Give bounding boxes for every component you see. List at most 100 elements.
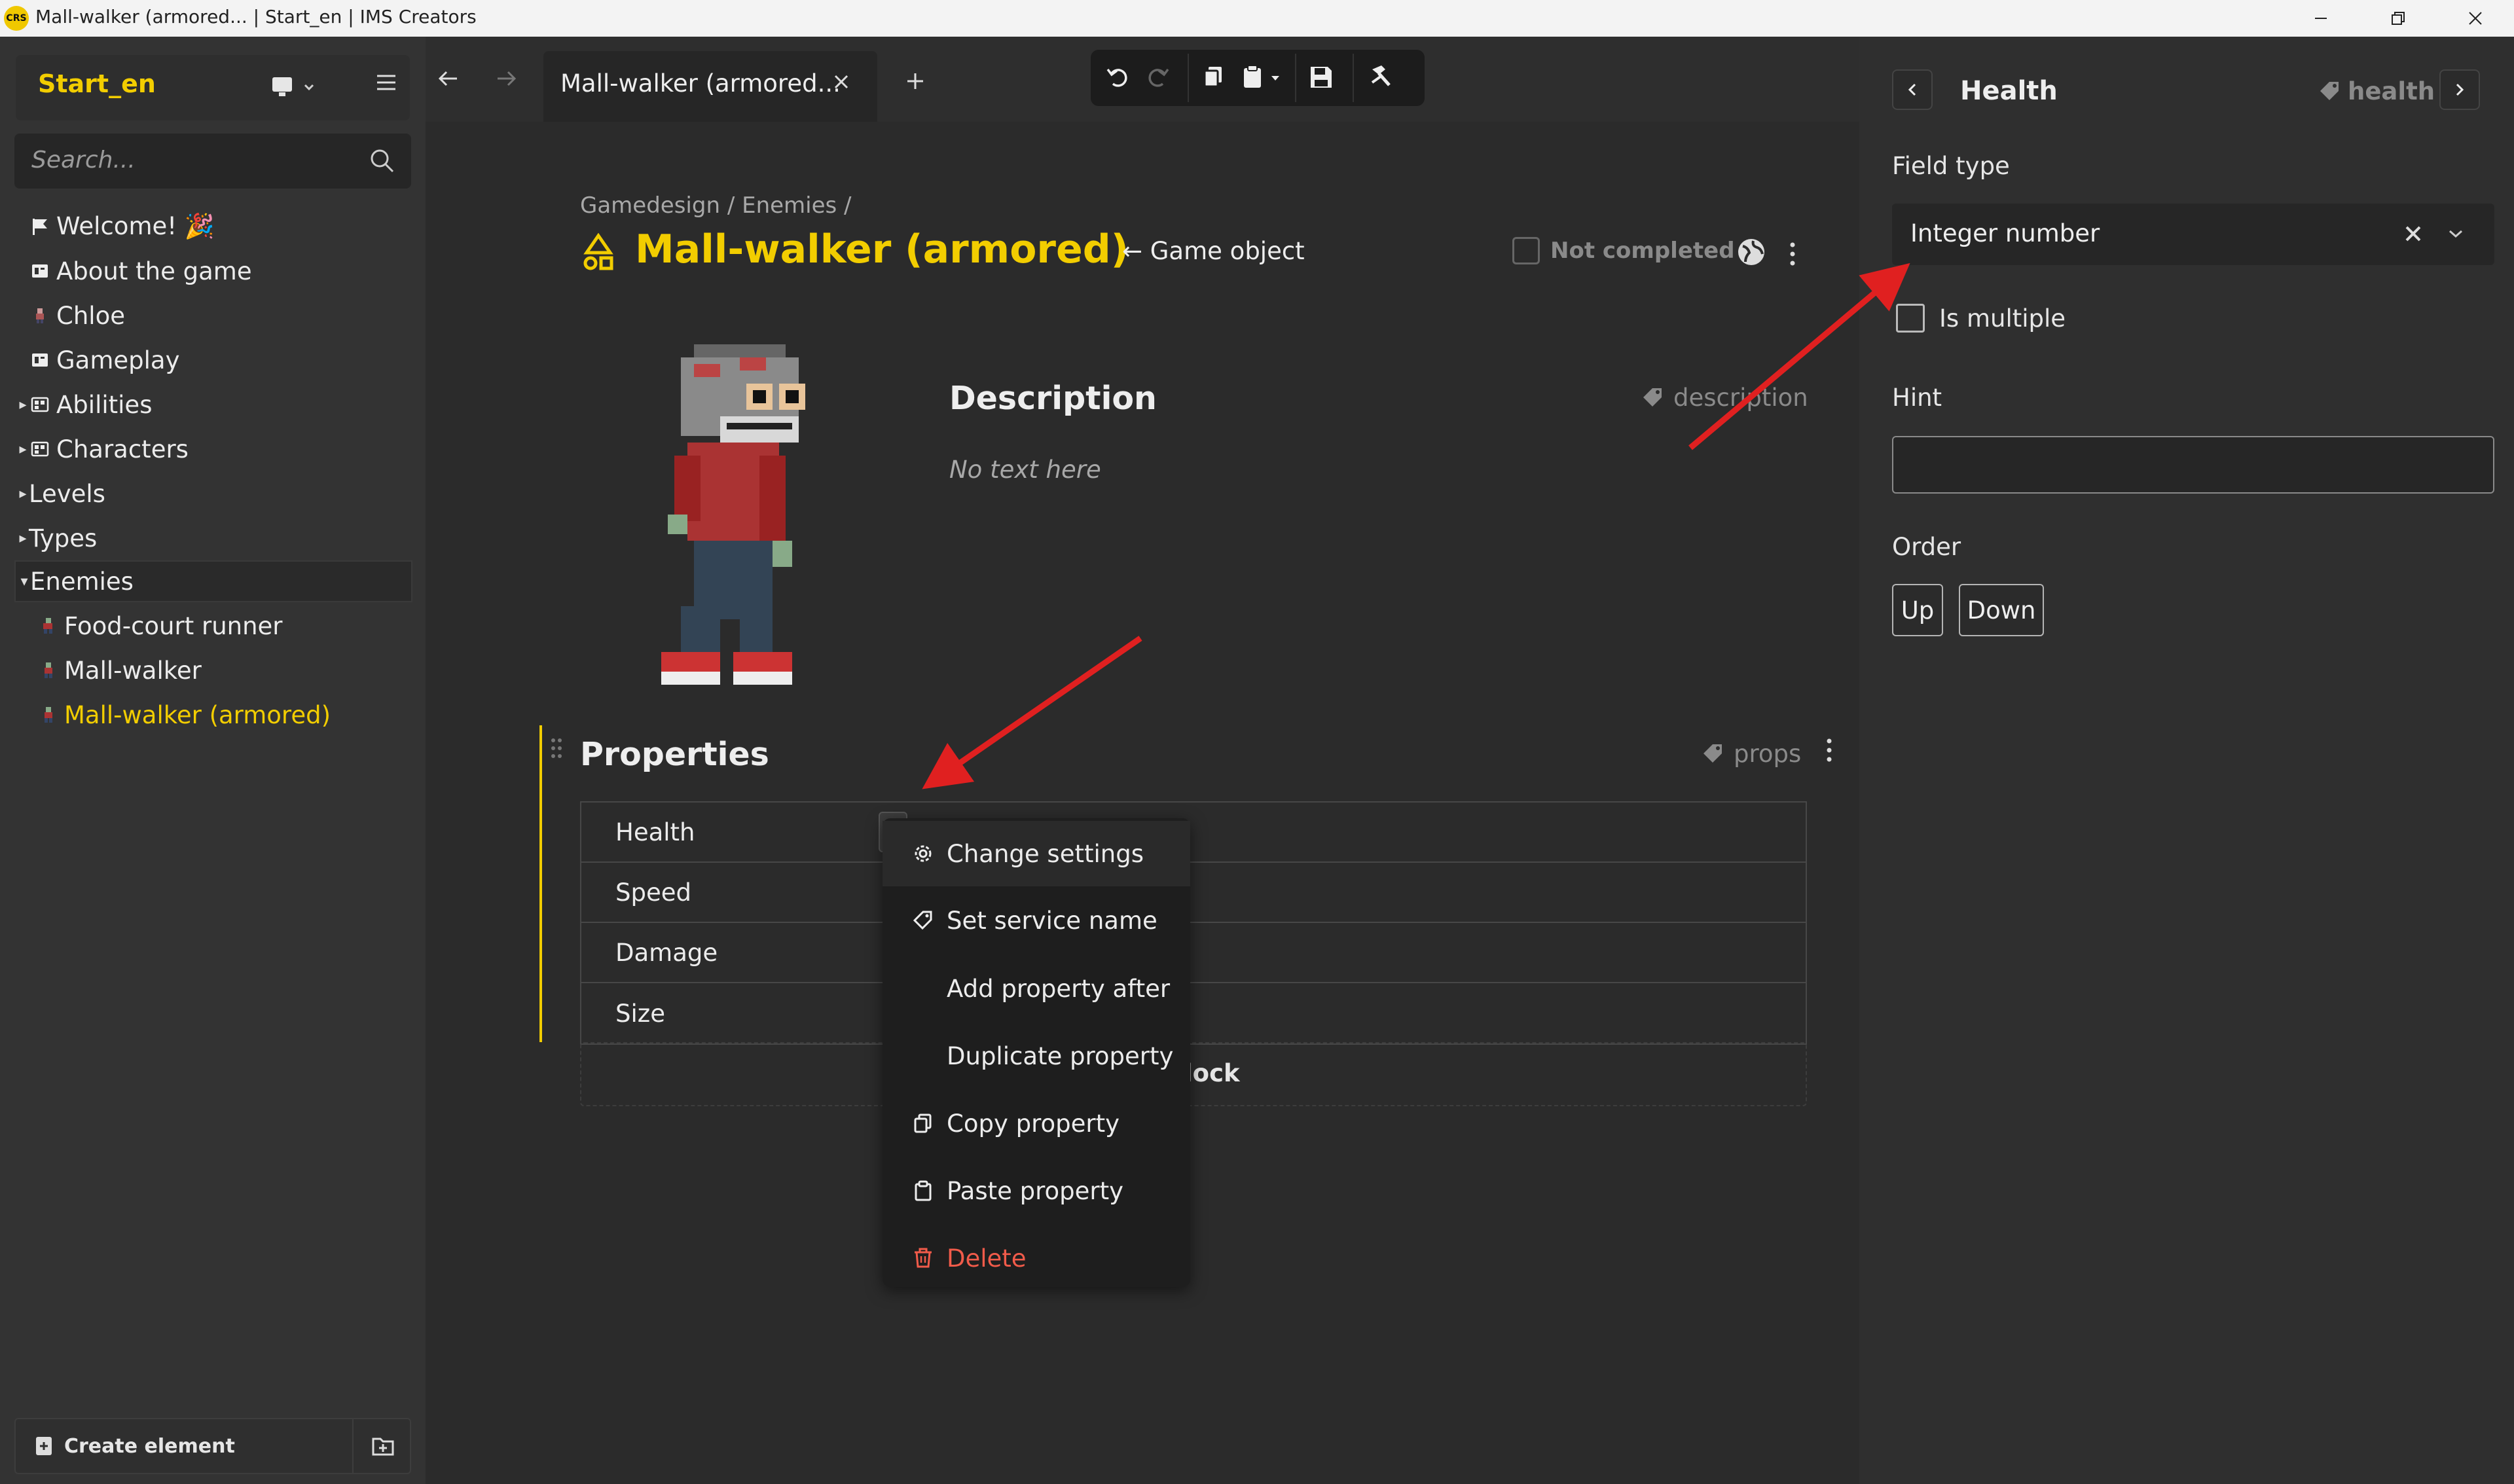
menu-item-paste-property[interactable]: Paste property [883, 1158, 1190, 1223]
previous-property-button[interactable] [1892, 69, 1933, 110]
property-name: Health [615, 818, 695, 846]
description-heading[interactable]: Description [949, 380, 1157, 417]
properties-table: Health 120 Speed Damage Size [580, 801, 1807, 1045]
save-button[interactable] [1307, 63, 1336, 92]
chevron-left-icon [1908, 83, 1916, 96]
properties-more-button[interactable] [1823, 737, 1836, 763]
tree-item-types[interactable]: ▸ Types [0, 516, 426, 560]
undo-button[interactable] [1104, 63, 1133, 92]
tree-item-welcome[interactable]: Welcome! 🎉 [0, 204, 426, 249]
display-mode-button[interactable] [271, 75, 317, 101]
menu-item-change-settings[interactable]: Change settings [883, 821, 1190, 886]
order-down-button[interactable]: Down [1959, 584, 2044, 636]
chevron-right-icon [2456, 83, 2464, 96]
menu-item-duplicate-property[interactable]: Duplicate property [883, 1023, 1190, 1089]
menu-item-copy-property[interactable]: Copy property [883, 1091, 1190, 1156]
tree-item-levels[interactable]: ▸ Levels [0, 471, 426, 516]
clear-field-type-button[interactable] [2403, 223, 2425, 245]
field-type-select[interactable]: Integer number [1892, 204, 2494, 265]
tree-item-abilities[interactable]: ▸ Abilities [0, 382, 426, 427]
enemy-sprite-image[interactable] [642, 331, 838, 698]
search-placeholder: Search... [31, 147, 136, 173]
hammer-icon [1371, 65, 1391, 86]
description-service-tag[interactable]: description [1641, 384, 1808, 412]
tree-item-enemies[interactable]: ▾ Enemies [14, 560, 412, 602]
close-window-button[interactable] [2439, 0, 2511, 37]
create-element-button[interactable]: Create element [16, 1419, 352, 1473]
tree-item-label: Types [29, 524, 98, 552]
document-icon [29, 349, 51, 371]
save-icon [1311, 67, 1332, 88]
enemy-sprite-icon [37, 704, 59, 726]
tree-item-mall-walker[interactable]: Mall-walker [0, 648, 426, 693]
tree-item-about[interactable]: About the game [0, 249, 426, 293]
menu-item-label: Copy property [947, 1109, 1120, 1138]
redo-icon [1148, 68, 1169, 87]
character-sprite-icon [29, 304, 51, 327]
tag-icon [1643, 388, 1662, 407]
language-button[interactable] [1736, 237, 1766, 267]
tools-button[interactable] [1366, 63, 1394, 92]
search-input[interactable]: Search... [14, 134, 411, 189]
tree-item-label: Welcome! 🎉 [56, 212, 215, 240]
property-row-damage[interactable]: Damage [581, 923, 1806, 983]
property-row-health[interactable]: Health 120 [581, 803, 1806, 863]
document-more-button[interactable] [1786, 241, 1799, 267]
arrow-left-icon [438, 71, 457, 86]
minimize-icon [2315, 18, 2327, 19]
new-tab-button[interactable] [903, 69, 927, 93]
menu-item-delete[interactable]: Delete [883, 1225, 1190, 1291]
caret-down-icon[interactable]: ▾ [18, 573, 30, 590]
order-label: Order [1892, 533, 1961, 561]
tab-mall-walker-armored[interactable]: Mall-walker (armored... [543, 51, 877, 122]
properties-service-tag[interactable]: props [1701, 740, 1801, 768]
field-type-label: Field type [1892, 152, 2010, 180]
panel-title: Health [1960, 76, 2058, 106]
back-button[interactable] [436, 67, 462, 90]
divider [1188, 54, 1189, 102]
hint-input[interactable] [1892, 436, 2494, 494]
tree-item-mall-walker-armored[interactable]: Mall-walker (armored) [0, 693, 426, 737]
description-text[interactable]: No text here [949, 456, 1101, 484]
tree-item-chloe[interactable]: Chloe [0, 293, 426, 338]
redo-button[interactable] [1143, 63, 1172, 92]
divider [1353, 54, 1354, 102]
tree-item-gameplay[interactable]: Gameplay [0, 338, 426, 382]
menu-item-add-property-after[interactable]: Add property after [883, 956, 1190, 1021]
menu-item-label: Paste property [947, 1176, 1124, 1205]
property-row-speed[interactable]: Speed [581, 863, 1806, 923]
menu-item-set-service-name[interactable]: Set service name [883, 888, 1190, 953]
order-up-button[interactable]: Up [1892, 584, 1943, 636]
breadcrumb[interactable]: Gamedesign / Enemies / [580, 192, 852, 219]
restore-button[interactable] [2362, 0, 2434, 37]
chevron-down-icon[interactable] [2446, 226, 2466, 242]
page-title[interactable]: Mall-walker (armored) [635, 226, 1129, 272]
service-name-tag[interactable]: health [2318, 77, 2435, 105]
property-name: Size [615, 999, 665, 1028]
tree-item-food-court-runner[interactable]: Food-court runner [0, 604, 426, 648]
forward-button[interactable] [494, 67, 520, 90]
completion-checkbox[interactable]: Not completed [1512, 237, 1735, 264]
enemy-sprite-icon [37, 615, 59, 637]
project-switcher[interactable]: Start_en [16, 55, 410, 120]
next-property-button[interactable] [2439, 69, 2480, 110]
create-folder-button[interactable] [355, 1419, 411, 1473]
copy-button[interactable] [1199, 63, 1228, 92]
properties-heading[interactable]: Properties [580, 736, 769, 773]
menu-item-label: Set service name [947, 906, 1157, 935]
minimize-button[interactable] [2285, 0, 2357, 37]
tree-item-characters[interactable]: ▸ Characters [0, 427, 426, 471]
caret-right-icon[interactable]: ▸ [17, 486, 29, 502]
caret-right-icon[interactable]: ▸ [17, 397, 29, 413]
paste-button[interactable] [1240, 63, 1286, 92]
caret-right-icon[interactable]: ▸ [17, 441, 29, 458]
property-row-size[interactable]: Size [581, 983, 1806, 1043]
close-tab-button[interactable] [831, 72, 851, 92]
caret-right-icon[interactable]: ▸ [17, 530, 29, 547]
type-link[interactable]: ← Game object [1122, 237, 1305, 265]
is-multiple-checkbox[interactable]: Is multiple [1896, 304, 2066, 333]
hint-label: Hint [1892, 384, 1942, 412]
drag-handle[interactable] [550, 737, 563, 759]
add-block-button[interactable]: Add block [580, 1042, 1807, 1106]
menu-button[interactable] [373, 69, 399, 96]
